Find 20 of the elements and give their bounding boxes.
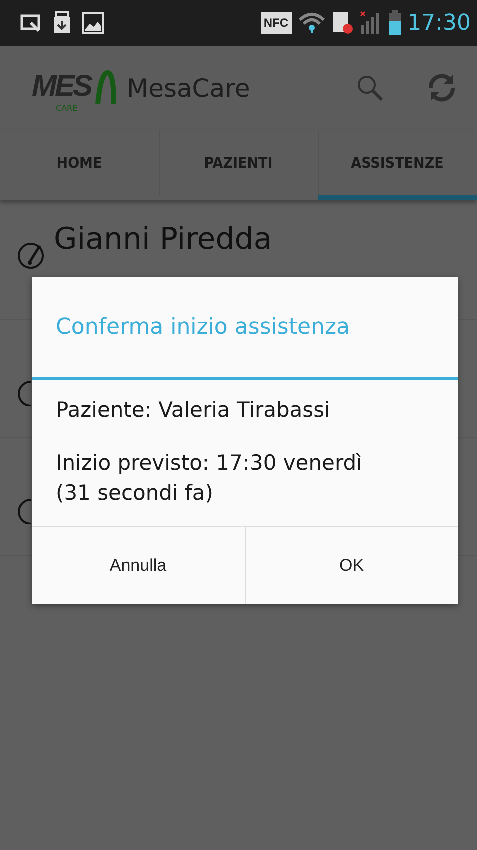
dialog-title: Conferma inizio assistenza (32, 277, 458, 380)
battery-icon (388, 10, 402, 36)
sim-error-icon (332, 11, 354, 35)
tab[interactable]: HOME (0, 130, 159, 200)
dialog-button[interactable]: OK (244, 527, 458, 604)
clock-time: 17:30 (408, 10, 471, 36)
image-icon (82, 12, 104, 34)
dialog-message: Paziente: Valeria Tirabassi (56, 397, 332, 424)
patient-name[interactable]: Gianni Piredda (54, 222, 272, 257)
dialog-message: Inizio previsto: 17:30 venerdì (31 secondi fa) (56, 450, 364, 507)
tab[interactable]: PAZIENTI (159, 130, 318, 200)
tab[interactable]: ASSISTENZE (318, 130, 477, 200)
download-icon (52, 11, 72, 35)
wifi-icon (298, 12, 326, 34)
nfc-icon: NFC (260, 12, 292, 34)
dialog-button[interactable]: Annulla (32, 527, 244, 604)
screenshot-icon (20, 13, 42, 33)
app-title: MesaCare (127, 74, 250, 102)
search-icon[interactable] (355, 73, 385, 103)
signal-icon (360, 11, 382, 35)
